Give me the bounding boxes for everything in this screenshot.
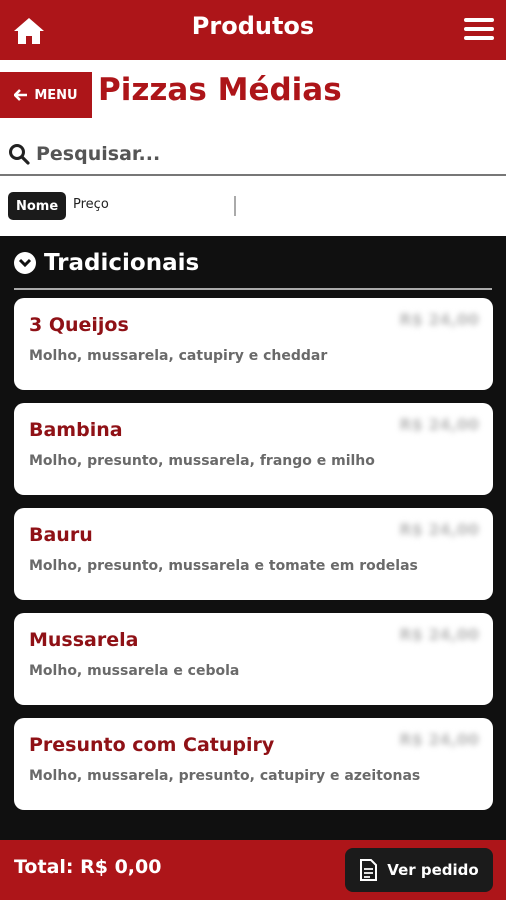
- hamburger-menu-button[interactable]: [464, 18, 494, 44]
- product-name: 3 Queijos: [29, 314, 129, 336]
- product-description: Molho, presunto, mussarela e tomate em r…: [29, 558, 418, 574]
- document-icon: [360, 859, 378, 881]
- sort-by-name-button[interactable]: Nome: [8, 192, 67, 220]
- section-header[interactable]: Tradicionais: [14, 250, 199, 276]
- product-card[interactable]: 3 Queijos Molho, mussarela, catupiry e c…: [14, 298, 493, 390]
- product-price: R$ 24,00: [399, 730, 479, 749]
- top-bar: Produtos: [0, 0, 506, 60]
- product-list: Tradicionais 3 Queijos Molho, mussarela,…: [0, 236, 506, 840]
- sort-bar: Nome Preço: [0, 180, 506, 236]
- header-title: Produtos: [191, 12, 315, 40]
- arrow-left-icon: [14, 89, 28, 101]
- order-total: Total: R$ 0,00: [14, 856, 162, 878]
- section-divider: [14, 288, 492, 290]
- product-card[interactable]: Mussarela Molho, mussarela e cebola R$ 2…: [14, 613, 493, 705]
- hamburger-menu-icon: [464, 18, 494, 22]
- product-name: Mussarela: [29, 629, 139, 651]
- search-icon: [9, 144, 30, 165]
- product-description: Molho, mussarela, catupiry e cheddar: [29, 348, 328, 364]
- product-description: Molho, presunto, mussarela, frango e mil…: [29, 453, 375, 469]
- section-title: Tradicionais: [44, 250, 200, 276]
- product-price: R$ 24,00: [399, 625, 479, 644]
- product-description: Molho, mussarela, presunto, catupiry e a…: [29, 768, 421, 784]
- view-order-button[interactable]: Ver pedido: [345, 848, 493, 892]
- page-title: Pizzas Médias: [98, 72, 342, 108]
- chevron-down-icon: [14, 252, 36, 274]
- product-name: Bauru: [29, 524, 93, 546]
- back-menu-button[interactable]: MENU: [0, 72, 92, 118]
- product-price: R$ 24,00: [399, 520, 479, 539]
- product-card[interactable]: Presunto com Catupiry Molho, mussarela, …: [14, 718, 493, 810]
- bottom-bar: Total: R$ 0,00 Ver pedido: [0, 840, 506, 900]
- product-card[interactable]: Bambina Molho, presunto, mussarela, fran…: [14, 403, 493, 495]
- sort-divider: [234, 196, 236, 216]
- product-card[interactable]: Bauru Molho, presunto, mussarela e tomat…: [14, 508, 493, 600]
- product-name: Bambina: [29, 419, 123, 441]
- product-price: R$ 24,00: [399, 415, 479, 434]
- search-bar: [0, 134, 506, 176]
- view-order-label: Ver pedido: [387, 861, 479, 879]
- product-description: Molho, mussarela e cebola: [29, 663, 240, 679]
- product-price: R$ 24,00: [399, 310, 479, 329]
- search-input[interactable]: [36, 143, 476, 165]
- sort-by-price-button[interactable]: Preço: [73, 197, 109, 212]
- product-name: Presunto com Catupiry: [29, 734, 275, 756]
- back-menu-label: MENU: [34, 87, 78, 103]
